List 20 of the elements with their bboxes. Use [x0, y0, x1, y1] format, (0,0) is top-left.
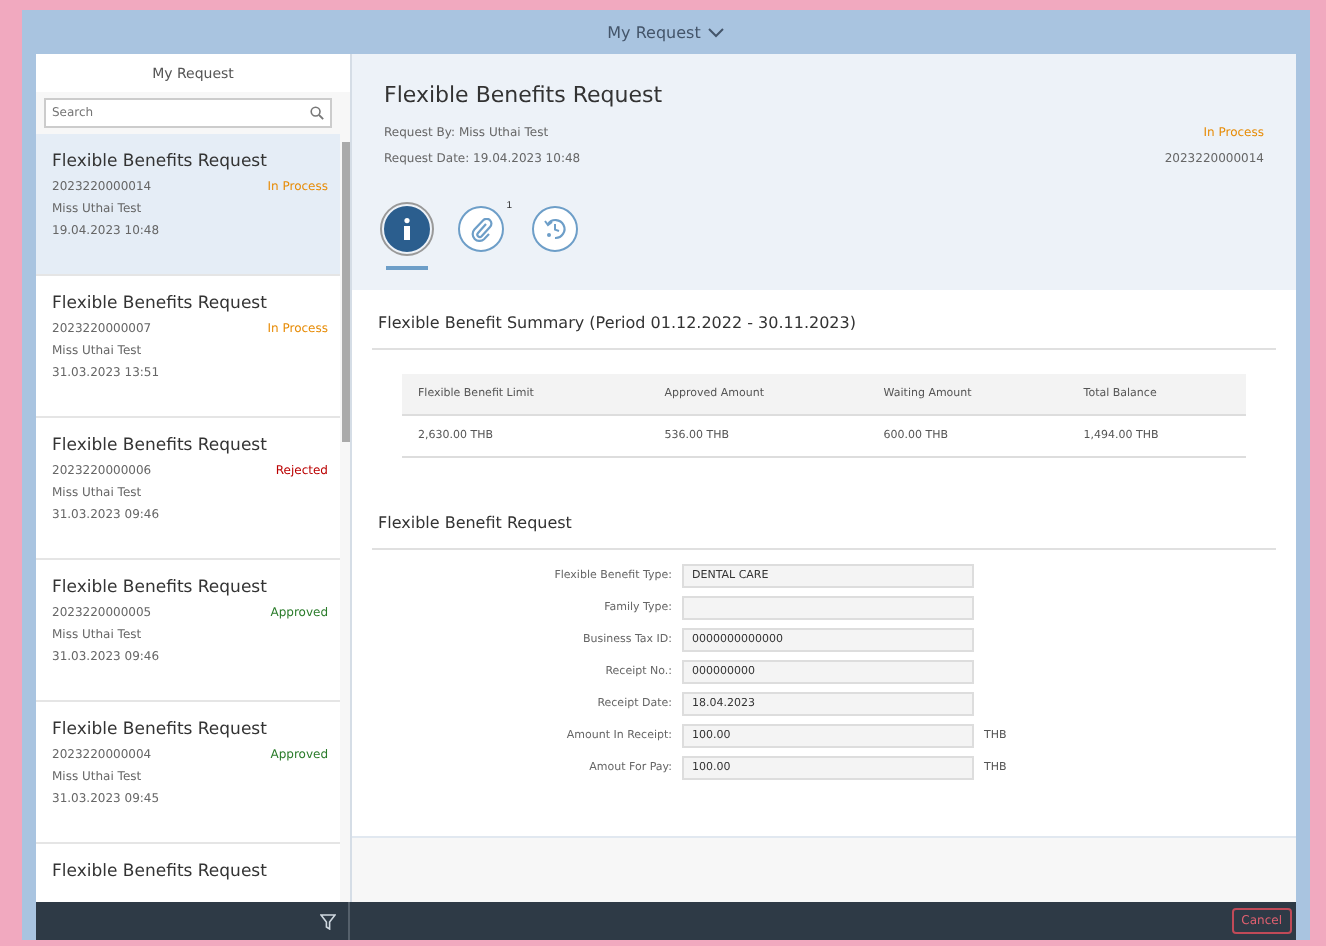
item-title: Flexible Benefits Request: [52, 436, 269, 456]
item-title: Flexible Benefits Request: [52, 294, 269, 314]
chevron-down-icon[interactable]: [708, 27, 725, 37]
icon-tab[interactable]: [532, 206, 578, 252]
item-title: Flexible Benefits Request: [52, 152, 269, 172]
item-title: Flexible Benefits Request: [52, 720, 269, 740]
item-title: Flexible Benefits Request: [52, 578, 269, 598]
detail-title: Flexible Benefits Request: [384, 82, 665, 108]
section-title: Flexible Benefit Request: [372, 490, 1276, 550]
search-icon: [310, 106, 324, 120]
shell-title: My Request: [607, 23, 701, 41]
info-icon: [402, 218, 412, 240]
history-icon: [542, 216, 568, 242]
item-title: Flexible Benefits Request: [52, 862, 269, 882]
scrollbar[interactable]: [342, 142, 350, 442]
request-list-item[interactable]: Flexible Benefits Request: [36, 844, 340, 902]
input-field[interactable]: [682, 596, 974, 620]
paperclip-icon: [469, 217, 493, 241]
filter-icon[interactable]: [320, 913, 336, 929]
section-title: Flexible Benefit Summary (Period 01.12.2022 - 30.11.2023): [372, 290, 1276, 350]
